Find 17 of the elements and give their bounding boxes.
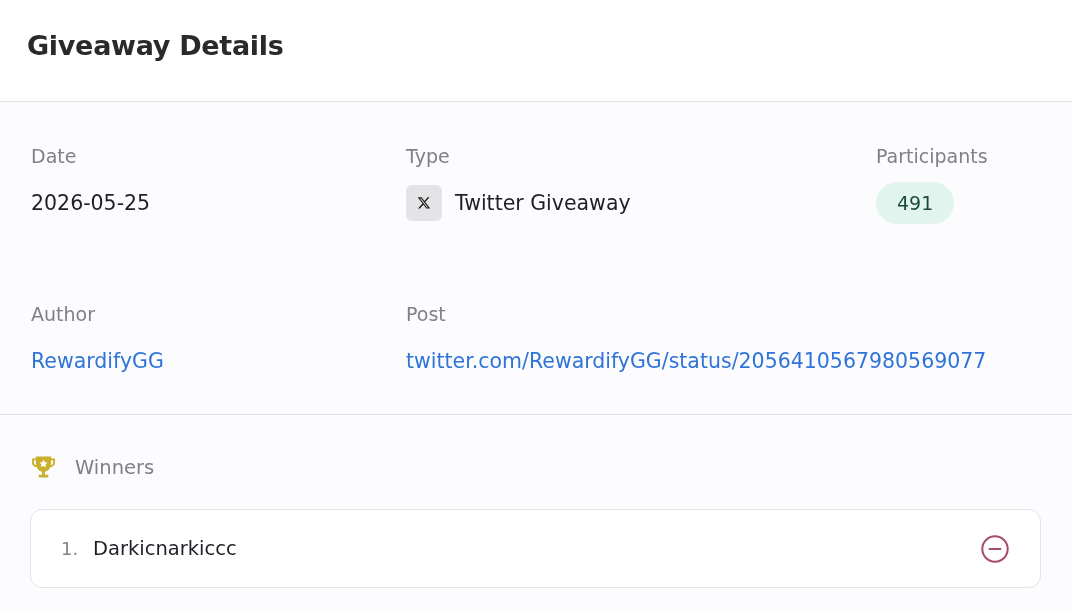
field-label: Participants — [876, 144, 989, 168]
link[interactable]: twitter.com/RewardifyGG/status/2056410567980569077 — [406, 348, 987, 374]
trophy-icon — [31, 455, 56, 481]
field-value: 2026-05-25 — [31, 190, 151, 216]
x-letter-icon — [406, 185, 442, 221]
field-value: Twitter Giveaway — [455, 190, 631, 216]
field-label: Author — [31, 302, 96, 326]
winner-name: Darkicnarkiccc — [93, 537, 238, 560]
link[interactable]: RewardifyGG — [31, 348, 164, 374]
field-label: Date — [31, 144, 78, 168]
section-title: Winners — [75, 455, 155, 481]
count-badge: 491 — [876, 182, 955, 224]
rank-number: 1. — [61, 538, 80, 559]
field-label: Post — [406, 302, 447, 326]
page-title: Giveaway Details — [27, 30, 284, 63]
minus-circle-icon[interactable] — [981, 534, 1009, 563]
field-label: Type — [406, 144, 451, 168]
